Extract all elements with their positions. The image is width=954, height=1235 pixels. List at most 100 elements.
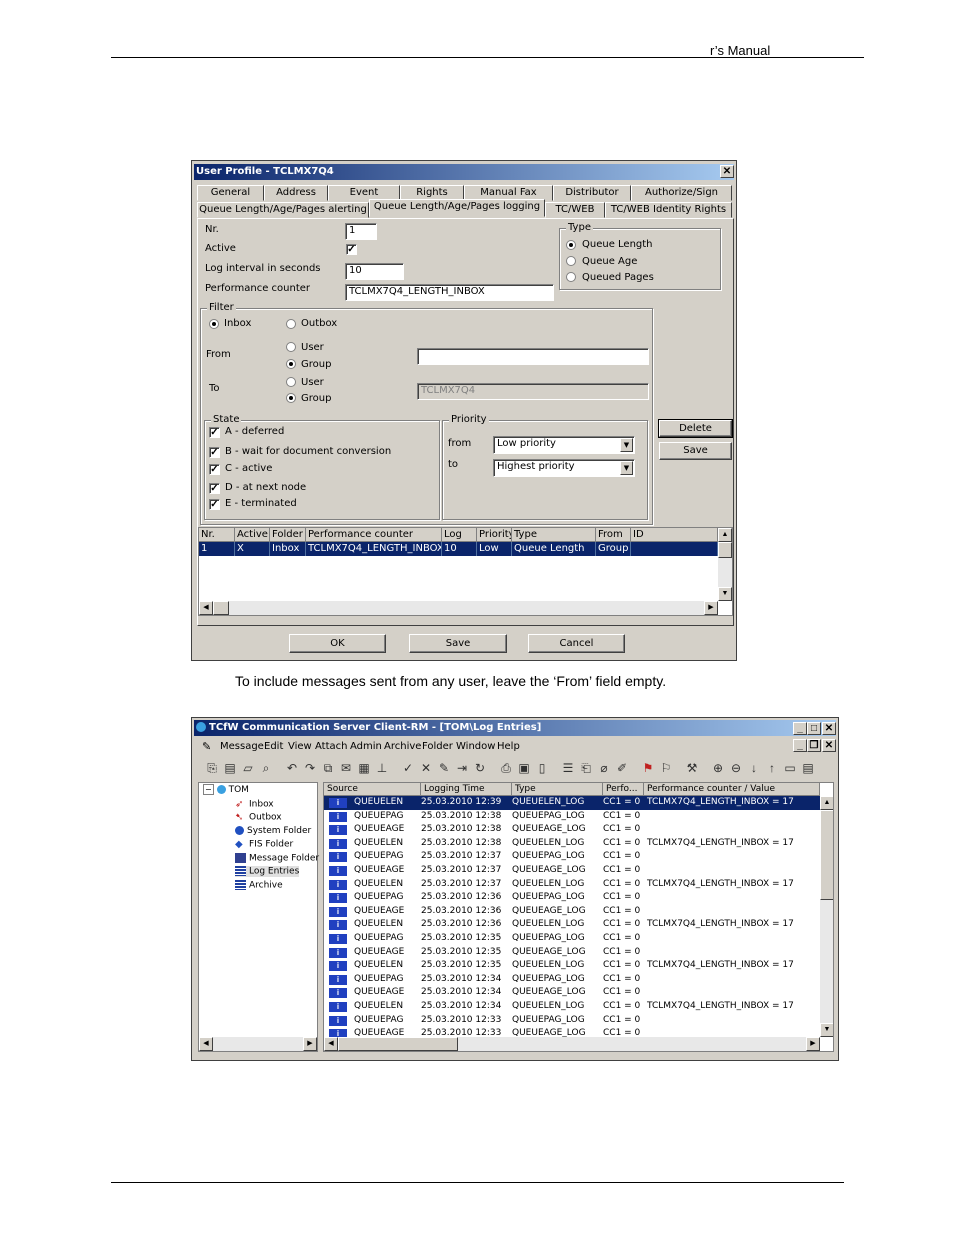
side-save-button[interactable]: Save bbox=[659, 442, 732, 460]
print-queue-icon[interactable]: ▦ bbox=[356, 760, 372, 776]
list-item[interactable]: i QUEUEPAG 25.03.2010 12:38 QUEUEPAG_LOG CC1… bbox=[324, 810, 820, 824]
chevron-down-icon[interactable]: ▼ bbox=[620, 461, 633, 475]
list-header-type[interactable]: Type bbox=[512, 783, 603, 796]
save-button[interactable]: Save bbox=[409, 634, 507, 653]
maximize-button[interactable]: □ bbox=[807, 722, 821, 735]
menu-edit[interactable]: Edit bbox=[264, 741, 283, 752]
tab-queue-logging[interactable]: Queue Length/Age/Pages logging bbox=[369, 199, 545, 217]
minimize-button[interactable]: _ bbox=[793, 722, 807, 735]
scroll-down-icon[interactable]: ▼ bbox=[820, 1023, 833, 1037]
dialog-close-button[interactable]: ✕ bbox=[720, 165, 734, 178]
list-icon[interactable]: ☰ bbox=[560, 760, 576, 776]
list-item[interactable]: i QUEUEPAG 25.03.2010 12:36 QUEUEPAG_LOG CC1… bbox=[324, 891, 820, 905]
tree-hscroll[interactable]: ◀ ▶ bbox=[199, 1037, 317, 1051]
scroll-left-icon[interactable]: ◀ bbox=[199, 601, 213, 615]
from-group-radio[interactable] bbox=[286, 359, 296, 369]
list-header-perf-value[interactable]: Performance counter / Value bbox=[644, 783, 820, 796]
grid-header-perf[interactable]: Performance counter bbox=[306, 528, 442, 542]
child-minimize-button[interactable]: _ bbox=[793, 739, 807, 752]
list-item[interactable]: i QUEUEAGE 25.03.2010 12:37 QUEUEAGE_LOG CC1… bbox=[324, 864, 820, 878]
scroll-thumb[interactable] bbox=[718, 542, 732, 558]
tree-item-outbox[interactable]: ➷ Outbox bbox=[235, 812, 282, 823]
list-item[interactable]: i QUEUELEN 25.03.2010 12:34 QUEUELEN_LOG CC1… bbox=[324, 1000, 820, 1014]
list-item[interactable]: i QUEUEPAG 25.03.2010 12:37 QUEUEPAG_LOG CC1… bbox=[324, 850, 820, 864]
child-restore-button[interactable]: ❐ bbox=[807, 739, 821, 752]
menu-view[interactable]: View bbox=[288, 741, 312, 752]
arrow-up-icon[interactable]: ↑ bbox=[764, 760, 780, 776]
inbox-radio[interactable] bbox=[209, 319, 219, 329]
grid-header-priority[interactable]: Priority bbox=[477, 528, 512, 542]
to-group-radio[interactable] bbox=[286, 393, 296, 403]
state-e-checkbox[interactable]: ✓ bbox=[209, 499, 220, 510]
user-rights-icon[interactable]: ⚐ bbox=[658, 760, 674, 776]
grid-header-nr[interactable]: Nr. bbox=[199, 528, 235, 542]
list-vscroll[interactable]: ▲ ▼ bbox=[820, 796, 833, 1037]
attach-doc-icon[interactable]: ⎗ bbox=[578, 760, 594, 776]
tab-general[interactable]: General bbox=[197, 185, 264, 201]
zoom-out-icon[interactable]: ⊖ bbox=[728, 760, 744, 776]
state-b-checkbox[interactable]: ✓ bbox=[209, 447, 220, 458]
preview-icon[interactable]: ⌕ bbox=[258, 760, 274, 776]
scroll-down-icon[interactable]: ▼ bbox=[718, 587, 732, 601]
queued-pages-radio[interactable] bbox=[566, 272, 576, 282]
ok-button[interactable]: OK bbox=[289, 634, 386, 653]
state-d-checkbox[interactable]: ✓ bbox=[209, 483, 220, 494]
list-header-perfo[interactable]: Perfo... bbox=[603, 783, 644, 796]
edit-doc-icon[interactable]: ✐ bbox=[614, 760, 630, 776]
delete-button[interactable]: Delete bbox=[658, 419, 733, 438]
state-c-checkbox[interactable]: ✓ bbox=[209, 464, 220, 475]
tab-tcweb-identity-rights[interactable]: TC/WEB Identity Rights bbox=[605, 202, 732, 218]
list-item[interactable]: i QUEUEAGE 25.03.2010 12:36 QUEUEAGE_LOG CC1… bbox=[324, 905, 820, 919]
nr-field[interactable]: 1 bbox=[345, 223, 377, 240]
grid-header-log[interactable]: Log bbox=[442, 528, 477, 542]
list-item[interactable]: i QUEUEAGE 25.03.2010 12:34 QUEUEAGE_LOG CC1… bbox=[324, 986, 820, 1000]
tree-item-message-folder[interactable]: Message Folder bbox=[235, 853, 319, 864]
refresh-icon[interactable]: ↻ bbox=[472, 760, 488, 776]
grid-vscroll[interactable]: ▲ ▼ bbox=[718, 528, 732, 601]
grid-header-type[interactable]: Type bbox=[512, 528, 596, 542]
list-hscroll[interactable]: ◀ ▶ bbox=[324, 1037, 820, 1051]
list-item[interactable]: i QUEUEPAG 25.03.2010 12:35 QUEUEPAG_LOG CC1… bbox=[324, 932, 820, 946]
menu-archive[interactable]: Archive bbox=[384, 741, 421, 752]
cancel-button[interactable]: Cancel bbox=[528, 634, 625, 653]
printer-icon[interactable]: ⎙ bbox=[498, 760, 514, 776]
scroll-right-icon[interactable]: ▶ bbox=[303, 1037, 317, 1051]
menu-admin[interactable]: Admin bbox=[350, 741, 382, 752]
menu-attach[interactable]: Attach bbox=[315, 741, 347, 752]
list-header-source[interactable]: Source bbox=[324, 783, 421, 796]
from-field[interactable] bbox=[417, 348, 649, 365]
scroll-up-icon[interactable]: ▲ bbox=[718, 528, 732, 542]
grid-header-folder[interactable]: Folder bbox=[270, 528, 306, 542]
tab-address[interactable]: Address bbox=[264, 185, 328, 201]
zoom-in-icon[interactable]: ⊕ bbox=[710, 760, 726, 776]
reply-icon[interactable]: ↶ bbox=[284, 760, 300, 776]
scroll-left-icon[interactable]: ◀ bbox=[324, 1037, 338, 1051]
table-row[interactable]: 1 X Inbox TCLMX7Q4_LENGTH_INBOX 10 Low Q… bbox=[199, 542, 718, 556]
open-folder-icon[interactable]: ▱ bbox=[240, 760, 256, 776]
tree-root[interactable]: − TOM bbox=[203, 784, 249, 795]
list-item[interactable]: i QUEUELEN 25.03.2010 12:37 QUEUELEN_LOG CC1… bbox=[324, 878, 820, 892]
tab-tcweb[interactable]: TC/WEB bbox=[545, 202, 605, 218]
state-a-checkbox[interactable]: ✓ bbox=[209, 427, 220, 438]
tab-queue-alerting[interactable]: Queue Length/Age/Pages alerting bbox=[197, 202, 369, 218]
menu-message[interactable]: Message bbox=[220, 741, 264, 752]
forward-icon[interactable]: ↷ bbox=[302, 760, 318, 776]
scroll-right-icon[interactable]: ▶ bbox=[806, 1037, 820, 1051]
menu-folder[interactable]: Folder bbox=[422, 741, 453, 752]
menu-help[interactable]: Help bbox=[497, 741, 520, 752]
queue-length-radio[interactable] bbox=[566, 240, 576, 250]
page-icon[interactable]: ▯ bbox=[534, 760, 550, 776]
paperclip-icon[interactable]: ⌀ bbox=[596, 760, 612, 776]
grid-header-from[interactable]: From bbox=[596, 528, 631, 542]
scroll-left-icon[interactable]: ◀ bbox=[199, 1037, 213, 1051]
grid-hscroll[interactable]: ◀ ▶ bbox=[199, 601, 718, 615]
priority-to-select[interactable]: Highest priority ▼ bbox=[493, 459, 635, 477]
tools-icon[interactable]: ⚒ bbox=[684, 760, 700, 776]
tree-item-log-entries[interactable]: Log Entries bbox=[235, 866, 300, 877]
list-item[interactable]: i QUEUELEN 25.03.2010 12:35 QUEUELEN_LOG CC1… bbox=[324, 959, 820, 973]
chevron-down-icon[interactable]: ▼ bbox=[620, 438, 633, 452]
active-checkbox[interactable]: ✓ bbox=[346, 244, 357, 255]
scroll-up-icon[interactable]: ▲ bbox=[820, 796, 833, 810]
save-icon[interactable]: ▣ bbox=[516, 760, 532, 776]
list-item[interactable]: i QUEUEAGE 25.03.2010 12:38 QUEUEAGE_LOG CC1… bbox=[324, 823, 820, 837]
